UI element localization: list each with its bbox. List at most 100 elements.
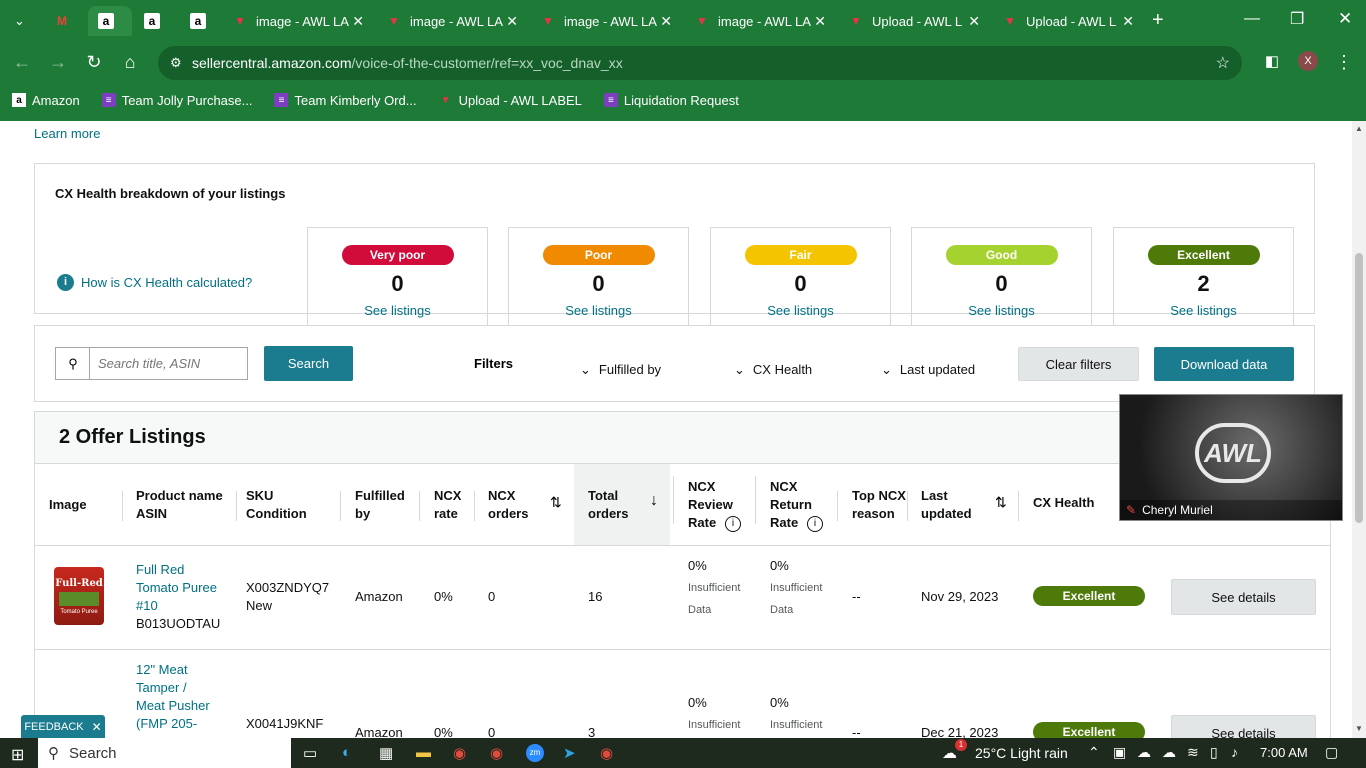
filter-fulfilled-by[interactable]: ⌄ Fulfilled by (580, 362, 661, 378)
tab-image-3[interactable]: ▼ image - AWL LA ✕ (530, 6, 680, 36)
wifi-icon[interactable]: ≋ (1187, 744, 1199, 761)
store-icon[interactable]: ▦ (379, 744, 393, 762)
header-last-updated[interactable]: Last updated (921, 487, 972, 523)
feedback-tab[interactable]: FEEDBACK ✕ (21, 715, 105, 738)
clear-filters-button[interactable]: Clear filters (1018, 347, 1139, 381)
bookmark-team-kimberly[interactable]: ≡ Team Kimberly Ord... (274, 93, 417, 108)
sort-icon[interactable]: ⇅ (995, 494, 1007, 511)
sort-descending-icon[interactable]: ↓ (650, 492, 658, 510)
see-listings-link[interactable]: See listings (711, 303, 890, 318)
page-scrollbar[interactable]: ▲ ▼ (1352, 121, 1366, 738)
windows-start-icon[interactable]: ⊞ (11, 745, 24, 765)
video-call-overlay[interactable]: AWL ✎ Cheryl Muriel (1119, 394, 1343, 521)
scrollbar-thumb[interactable] (1355, 253, 1363, 523)
search-button[interactable]: Search (264, 346, 353, 381)
menu-dots-icon[interactable]: ⋮ (1332, 52, 1356, 73)
header-ncx-orders[interactable]: NCX orders (488, 487, 528, 523)
address-bar-row: ← → ↻ ⌂ ⚙ sellercentral.amazon.com/voice… (0, 44, 1366, 82)
download-data-button[interactable]: Download data (1154, 347, 1294, 381)
tab-amazon-3[interactable]: a (180, 6, 220, 36)
close-icon[interactable]: ✕ (660, 13, 672, 30)
tab-amazon-active[interactable]: a (88, 6, 132, 36)
chrome-icon[interactable]: ◉ (453, 744, 466, 762)
bookmark-upload-awl[interactable]: ▼ Upload - AWL LABEL (439, 93, 582, 108)
filter-cx-health[interactable]: ⌄ CX Health (734, 362, 812, 378)
learn-more-link[interactable]: Learn more (34, 126, 100, 141)
header-total-orders[interactable]: Total orders (588, 487, 628, 523)
tab-image-2[interactable]: ▼ image - AWL LA ✕ (376, 6, 526, 36)
clock[interactable]: 7:00 AM (1260, 745, 1308, 760)
amazon-icon: a (12, 93, 26, 107)
product-name-link[interactable]: 12" Meat Tamper / Meat Pusher (FMP 205- (136, 661, 210, 733)
see-details-button[interactable]: See details (1171, 715, 1316, 738)
reload-icon[interactable]: ↻ (82, 52, 106, 73)
tab-list-button[interactable]: ⌄ (6, 6, 34, 36)
scroll-up-icon[interactable]: ▲ (1355, 124, 1363, 133)
header-ncx-return-rate[interactable]: NCX Return Rate (770, 478, 812, 532)
info-icon[interactable]: i (725, 516, 741, 532)
see-listings-link[interactable]: See listings (1114, 303, 1293, 318)
window-close-icon[interactable]: ✕ (1338, 9, 1352, 29)
edge-icon[interactable]: ◐ (342, 744, 351, 761)
forward-icon[interactable]: → (46, 52, 70, 73)
header-fulfilled-by[interactable]: Fulfilled by (355, 487, 405, 523)
info-icon[interactable]: i (807, 516, 823, 532)
bookmark-liquidation[interactable]: ≡ Liquidation Request (603, 93, 739, 108)
battery-icon[interactable]: ▯ (1210, 744, 1218, 761)
sort-icon[interactable]: ⇅ (550, 494, 562, 511)
see-details-button[interactable]: See details (1171, 579, 1316, 615)
close-icon[interactable]: ✕ (814, 13, 826, 30)
tab-upload-2[interactable]: ▼ Upload - AWL L ✕ (992, 6, 1142, 36)
tab-image-1[interactable]: ▼ image - AWL LA ✕ (222, 6, 372, 36)
bookmark-star-icon[interactable]: ☆ (1216, 53, 1230, 73)
chrome-active-icon[interactable]: ◉ (600, 744, 613, 762)
close-icon[interactable]: ✕ (1122, 13, 1134, 30)
taskbar-search[interactable]: ⚲ Search (38, 738, 291, 768)
weather-text[interactable]: 25°C Light rain (975, 745, 1068, 761)
header-ncx-rate[interactable]: NCX rate (434, 487, 461, 523)
close-icon[interactable]: ✕ (92, 720, 102, 734)
restore-icon[interactable]: ❐ (1290, 9, 1304, 29)
see-listings-link[interactable]: See listings (308, 303, 487, 318)
telegram-icon[interactable]: ➤ (563, 744, 576, 762)
url-field[interactable]: ⚙ sellercentral.amazon.com/voice-of-the-… (158, 46, 1242, 80)
header-product-name[interactable]: Product name ASIN (136, 487, 223, 523)
meet-icon[interactable]: ▣ (1113, 744, 1126, 761)
search-input[interactable] (89, 347, 248, 380)
tab-gmail[interactable]: M (44, 6, 80, 36)
scroll-down-icon[interactable]: ▼ (1355, 724, 1363, 733)
review-rate-cell: 0% Insufficient Data (688, 557, 740, 619)
onedrive-personal-icon[interactable]: ☁ (1162, 744, 1176, 761)
product-name-link[interactable]: Full Red Tomato Puree #10 (136, 561, 217, 615)
back-icon[interactable]: ← (10, 52, 34, 73)
volume-icon[interactable]: ♪ (1231, 744, 1238, 760)
zoom-icon[interactable]: zm (526, 744, 544, 762)
chrome-profile-icon[interactable]: ◉ (490, 744, 503, 762)
minimize-icon[interactable]: — (1244, 10, 1260, 28)
see-listings-link[interactable]: See listings (509, 303, 688, 318)
onedrive-icon[interactable]: ☁ (1137, 744, 1151, 761)
site-info-icon[interactable]: ⚙ (170, 55, 182, 71)
new-tab-icon[interactable]: + (1152, 9, 1164, 32)
profile-avatar[interactable]: X (1298, 51, 1318, 71)
notification-center-icon[interactable]: ▢ (1325, 744, 1338, 761)
bookmark-team-jolly[interactable]: ≡ Team Jolly Purchase... (101, 93, 252, 108)
file-explorer-icon[interactable]: ▬ (416, 744, 431, 761)
show-hidden-icon[interactable]: ⌃ (1088, 744, 1100, 761)
task-view-icon[interactable]: ▭ (303, 744, 317, 762)
tab-amazon-2[interactable]: a (134, 6, 174, 36)
header-sku[interactable]: SKU Condition (246, 487, 307, 523)
product-image[interactable]: Full-Red Tomato Puree (54, 567, 104, 625)
header-line: NCX (770, 479, 798, 494)
sidebar-icon[interactable]: ◧ (1260, 52, 1284, 70)
filter-last-updated[interactable]: ⌄ Last updated (881, 362, 975, 378)
close-icon[interactable]: ✕ (506, 13, 518, 30)
close-icon[interactable]: ✕ (968, 13, 980, 30)
tab-image-4[interactable]: ▼ image - AWL LA ✕ (684, 6, 834, 36)
see-listings-link[interactable]: See listings (912, 303, 1091, 318)
close-icon[interactable]: ✕ (352, 13, 364, 30)
bookmark-amazon[interactable]: a Amazon (12, 93, 80, 108)
cx-health-how-link[interactable]: i How is CX Health calculated? (57, 274, 252, 291)
tab-upload-1[interactable]: ▼ Upload - AWL L ✕ (838, 6, 988, 36)
home-icon[interactable]: ⌂ (118, 52, 142, 73)
